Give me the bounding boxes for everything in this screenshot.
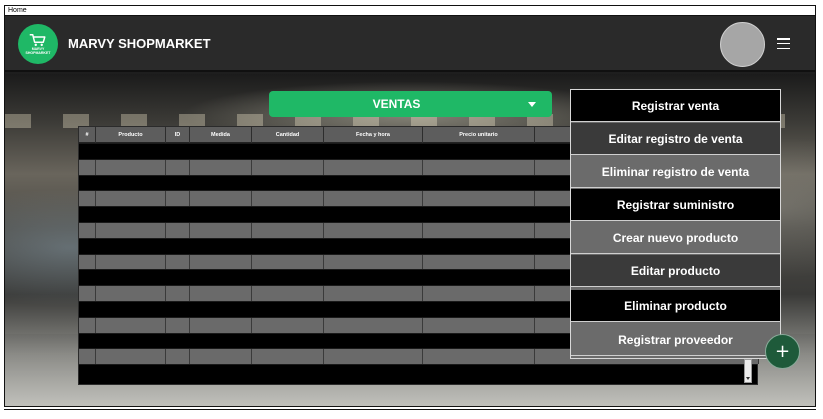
table-cell bbox=[96, 159, 166, 175]
table-cell bbox=[190, 349, 252, 365]
column-header[interactable]: ID bbox=[166, 127, 190, 143]
chevron-down-icon bbox=[528, 102, 536, 107]
table-cell bbox=[166, 191, 190, 207]
table-cell bbox=[252, 159, 324, 175]
brand-name: MARVY SHOPMARKET bbox=[68, 36, 211, 51]
action-button[interactable]: Registrar venta bbox=[571, 90, 780, 122]
table-cell bbox=[324, 191, 423, 207]
table-cell bbox=[423, 254, 535, 270]
menu-bar bbox=[777, 38, 790, 40]
brand-logo[interactable]: MARVY SHOPMARKET bbox=[18, 24, 58, 64]
table-cell bbox=[190, 254, 252, 270]
table-cell bbox=[252, 191, 324, 207]
table-cell bbox=[190, 223, 252, 238]
table-cell bbox=[190, 191, 252, 207]
column-header[interactable]: # bbox=[79, 127, 96, 143]
table-cell bbox=[166, 254, 190, 270]
table-cell bbox=[96, 191, 166, 207]
table-cell bbox=[79, 223, 96, 238]
column-header[interactable]: Fecha y hora bbox=[324, 127, 423, 143]
column-header[interactable]: Producto bbox=[96, 127, 166, 143]
table-row[interactable] bbox=[79, 364, 757, 380]
action-button[interactable]: Registrar proveedor bbox=[571, 324, 780, 356]
table-cell bbox=[190, 317, 252, 333]
column-header[interactable]: Cantidad bbox=[252, 127, 324, 143]
table-cell bbox=[79, 254, 96, 270]
table-cell bbox=[79, 349, 96, 365]
window-tab-label: Home bbox=[5, 6, 815, 16]
table-cell bbox=[96, 223, 166, 238]
table-cell bbox=[423, 286, 535, 302]
menu-bar bbox=[777, 42, 790, 45]
column-header[interactable]: Medida bbox=[190, 127, 252, 143]
table-cell bbox=[190, 286, 252, 302]
hamburger-menu-icon[interactable] bbox=[777, 38, 790, 49]
table-cell bbox=[324, 349, 423, 365]
table-cell bbox=[252, 223, 324, 238]
table-cell bbox=[252, 286, 324, 302]
table-cell bbox=[96, 349, 166, 365]
action-button[interactable]: Crear nuevo producto bbox=[571, 222, 780, 254]
user-avatar[interactable] bbox=[720, 22, 765, 67]
table-cell bbox=[166, 286, 190, 302]
table-cell bbox=[96, 286, 166, 302]
table-cell bbox=[324, 159, 423, 175]
table-cell bbox=[166, 317, 190, 333]
table-cell bbox=[79, 191, 96, 207]
table-cell bbox=[252, 254, 324, 270]
table-cell bbox=[324, 254, 423, 270]
table-cell bbox=[166, 159, 190, 175]
action-button[interactable]: Eliminar registro de venta bbox=[571, 156, 780, 188]
table-cell bbox=[79, 286, 96, 302]
table-scrollbar[interactable] bbox=[744, 359, 752, 383]
table-cell bbox=[423, 191, 535, 207]
table-cell bbox=[423, 317, 535, 333]
table-cell bbox=[324, 317, 423, 333]
table-cell bbox=[252, 349, 324, 365]
table-cell bbox=[324, 286, 423, 302]
table-cell bbox=[423, 223, 535, 238]
table-cell bbox=[166, 349, 190, 365]
action-button[interactable]: Registrar suministro bbox=[571, 189, 780, 221]
add-button[interactable]: + bbox=[765, 334, 800, 369]
bottom-divider bbox=[4, 409, 816, 410]
dropdown-label: VENTAS bbox=[372, 97, 421, 111]
table-cell bbox=[96, 254, 166, 270]
menu-bar bbox=[777, 47, 790, 49]
table-cell bbox=[96, 317, 166, 333]
top-navbar: MARVY SHOPMARKET MARVY SHOPMARKET bbox=[5, 16, 815, 72]
action-button[interactable]: Editar registro de venta bbox=[571, 123, 780, 155]
action-button[interactable]: Eliminar producto bbox=[571, 290, 780, 322]
main-content: VENTAS # Producto ID Medida Cantidad Fecha y … bbox=[5, 74, 815, 406]
action-button[interactable]: Editar producto bbox=[571, 255, 780, 287]
module-dropdown[interactable]: VENTAS bbox=[269, 91, 552, 117]
table-cell bbox=[324, 223, 423, 238]
table-cell bbox=[423, 349, 535, 365]
shopping-cart-icon bbox=[29, 34, 46, 47]
logo-text-line2: SHOPMARKET bbox=[25, 51, 51, 55]
table-cell bbox=[252, 317, 324, 333]
table-cell bbox=[423, 159, 535, 175]
actions-panel: Registrar venta Editar registro de venta E… bbox=[570, 89, 781, 359]
table-cell bbox=[79, 317, 96, 333]
table-cell bbox=[166, 223, 190, 238]
table-cell bbox=[190, 159, 252, 175]
table-cell bbox=[79, 159, 96, 175]
column-header[interactable]: Precio unitario bbox=[423, 127, 535, 143]
app-window: Home MARVY SHOPMARKET MARVY SHOPMARKET V… bbox=[4, 5, 816, 407]
